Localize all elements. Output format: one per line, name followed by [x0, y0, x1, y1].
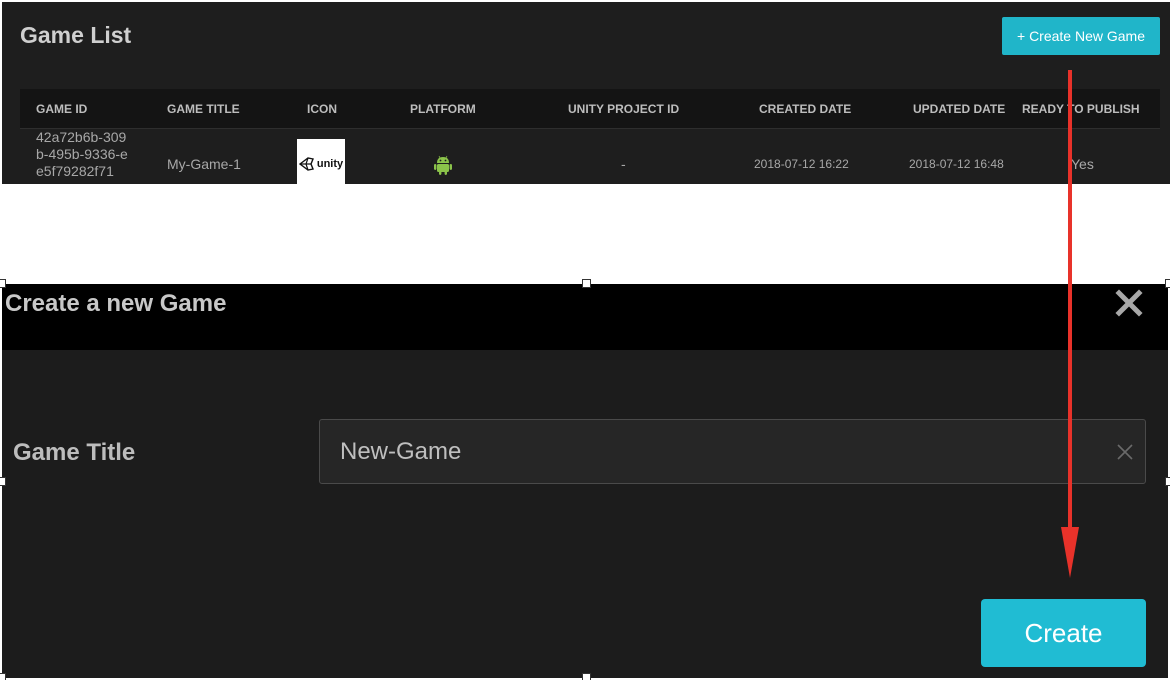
create-new-game-button[interactable]: + Create New Game — [1002, 17, 1160, 55]
table-row[interactable]: 42a72b6b-309b-495b-9336-ee5f79282f71 My-… — [20, 129, 1160, 184]
game-title-label: Game Title — [13, 439, 136, 466]
resize-handle[interactable] — [1165, 279, 1170, 288]
game-id-cell: 42a72b6b-309b-495b-9336-ee5f79282f71 — [36, 129, 128, 179]
game-title-field — [319, 419, 1146, 484]
column-header-platform[interactable]: PLATFORM — [410, 89, 476, 129]
dialog-title: Create a new Game — [5, 290, 227, 317]
column-header-icon[interactable]: ICON — [307, 89, 337, 129]
create-game-dialog: Create a new Game Game Title Create — [2, 284, 1168, 678]
column-header-unity-project-id[interactable]: UNITY PROJECT ID — [568, 89, 679, 129]
resize-handle[interactable] — [582, 279, 591, 288]
ready-to-publish-cell: Yes — [1071, 156, 1094, 172]
dialog-header: Create a new Game — [2, 284, 1168, 350]
resize-handle[interactable] — [0, 477, 6, 486]
create-button[interactable]: Create — [981, 599, 1146, 667]
android-icon — [434, 155, 452, 180]
unity-logo-icon: unity — [297, 139, 345, 184]
unity-cube-icon — [298, 157, 314, 171]
column-header-game-id[interactable]: GAME ID — [36, 89, 87, 129]
game-title-input[interactable] — [320, 420, 1100, 483]
resize-handle[interactable] — [1165, 477, 1170, 486]
column-header-updated-date[interactable]: UPDATED DATE — [913, 89, 1005, 129]
unity-project-id-cell: - — [621, 156, 626, 172]
table-header: GAME ID GAME TITLE ICON PLATFORM UNITY P… — [20, 89, 1160, 129]
clear-icon[interactable] — [1115, 442, 1135, 462]
close-icon[interactable] — [1114, 288, 1144, 318]
column-header-game-title[interactable]: GAME TITLE — [167, 89, 240, 129]
resize-handle[interactable] — [582, 673, 591, 680]
column-header-ready-to-publish[interactable]: READY TO PUBLISH — [1022, 89, 1140, 129]
game-title-cell: My-Game-1 — [167, 156, 241, 172]
game-list-panel: Game List + Create New Game GAME ID GAME… — [2, 2, 1170, 184]
column-header-created-date[interactable]: CREATED DATE — [759, 89, 851, 129]
resize-handle[interactable] — [0, 279, 6, 288]
unity-logo-text: unity — [316, 158, 344, 170]
resize-handle[interactable] — [0, 673, 6, 680]
page-title: Game List — [20, 22, 132, 48]
updated-date-cell: 2018-07-12 16:48 — [909, 157, 1004, 171]
created-date-cell: 2018-07-12 16:22 — [754, 157, 849, 171]
